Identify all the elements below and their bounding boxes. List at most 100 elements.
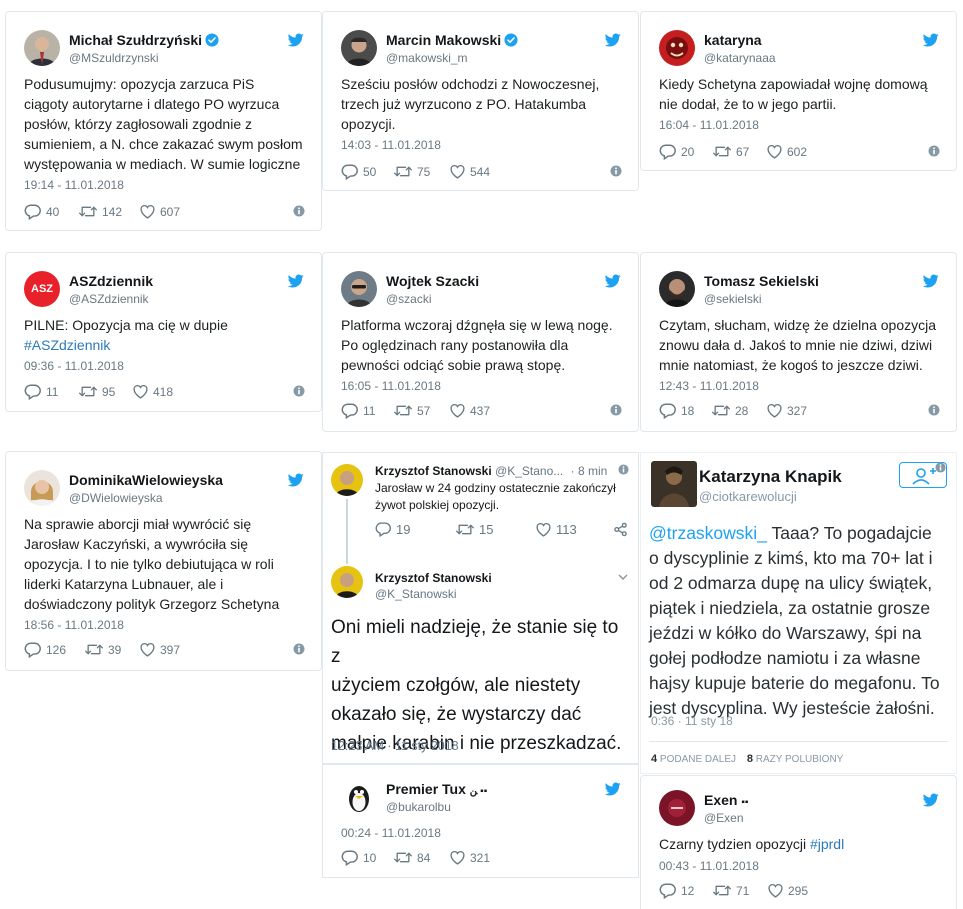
like-button[interactable]: 113 (535, 521, 577, 538)
twitter-bird-icon[interactable] (287, 472, 305, 488)
avatar[interactable] (24, 30, 60, 66)
twitter-bird-icon[interactable] (922, 273, 940, 289)
mention-link[interactable]: @trzaskowski_ (649, 523, 767, 543)
tweet-date[interactable]: 12:23 AM · 11 sty 2018 (331, 738, 459, 755)
retweet-button[interactable]: 28 (711, 402, 748, 419)
tweet-date[interactable]: 19:14 - 11.01.2018 (24, 178, 124, 192)
avatar[interactable] (659, 30, 695, 66)
author-handle[interactable]: @bukarolbu (386, 800, 451, 814)
tweet-date[interactable]: 09:36 - 11.01.2018 (24, 359, 124, 373)
thread-card-stanowski[interactable]: Krzysztof Stanowski @K_Stano... · 8 min … (322, 452, 639, 764)
info-icon[interactable] (293, 643, 305, 655)
share-icon[interactable] (613, 522, 628, 537)
author-handle[interactable]: @ASZdziennik (69, 292, 149, 306)
tweet-date[interactable]: 18:56 - 11.01.2018 (24, 618, 124, 632)
reply-button[interactable]: 19 (375, 521, 410, 538)
avatar[interactable] (341, 30, 377, 66)
tweet-time[interactable]: · 8 min (571, 464, 608, 478)
tweet-date[interactable]: 16:05 - 11.01.2018 (341, 379, 441, 393)
info-icon[interactable] (618, 464, 629, 475)
reply-button[interactable]: 20 (659, 143, 694, 161)
reply-button[interactable]: 11 (24, 383, 58, 401)
like-button[interactable]: 602 (766, 143, 807, 160)
tweet-date[interactable]: 00:43 - 11.01.2018 (659, 859, 759, 873)
retweet-button[interactable]: 142 (78, 203, 122, 220)
avatar[interactable] (651, 461, 697, 507)
like-button[interactable]: 607 (139, 203, 180, 220)
avatar[interactable] (331, 566, 363, 598)
retweet-button[interactable]: 75 (393, 163, 430, 180)
twitter-bird-icon[interactable] (604, 781, 622, 797)
info-icon[interactable] (610, 404, 622, 416)
avatar[interactable] (331, 464, 363, 496)
like-button[interactable]: 437 (449, 402, 490, 419)
author-handle[interactable]: @K_Stano... (495, 464, 563, 478)
author-handle[interactable]: @makowski_m (386, 51, 468, 65)
tweet-card-kataryna[interactable]: kataryna @katarynaaa Kiedy Schetyna zapo… (640, 11, 957, 171)
avatar[interactable] (341, 271, 377, 307)
like-button[interactable]: 397 (139, 641, 180, 658)
like-label[interactable]: RAZY POLUBIONY (756, 754, 844, 765)
avatar[interactable] (659, 790, 695, 826)
twitter-bird-icon[interactable] (287, 32, 305, 48)
reply-button[interactable]: 12 (659, 882, 694, 900)
retweet-button[interactable]: 95 (78, 383, 115, 400)
like-button[interactable]: 295 (767, 882, 808, 899)
info-icon[interactable] (610, 165, 622, 177)
tweet-card-sekielski[interactable]: Tomasz Sekielski @sekielski Czytam, słuc… (640, 252, 957, 432)
info-icon[interactable] (293, 205, 305, 217)
avatar[interactable] (659, 271, 695, 307)
tweet-card-makowski[interactable]: Marcin Makowski @makowski_m Sześciu posł… (322, 11, 639, 191)
hashtag-link[interactable]: #ASZdziennik (24, 335, 307, 355)
retweet-button[interactable]: 15 (455, 521, 493, 538)
tweet-card-szuldrzynski[interactable]: Michał Szułdrzyński @MSzuldrzynski Podus… (5, 11, 322, 231)
retweet-label[interactable]: PODANE DALEJ (660, 754, 736, 765)
info-icon[interactable] (293, 385, 305, 397)
author-handle[interactable]: @K_Stanowski (375, 586, 457, 603)
tweet-date[interactable]: 16:04 - 11.01.2018 (659, 118, 759, 132)
twitter-bird-icon[interactable] (287, 273, 305, 289)
tweet-card-aszdziennik[interactable]: ASZ ASZdziennik @ASZdziennik PILNE: Opoz… (5, 252, 322, 412)
tweet-date[interactable]: 12:43 - 11.01.2018 (659, 379, 759, 393)
retweet-button[interactable]: 39 (84, 641, 121, 658)
tweet-card-szacki[interactable]: Wojtek Szacki @szacki Platforma wczoraj … (322, 252, 639, 432)
like-button[interactable]: 418 (132, 383, 173, 400)
tweet-date[interactable]: 14:03 - 11.01.2018 (341, 138, 441, 152)
reply-button[interactable]: 50 (341, 163, 376, 181)
author-handle[interactable]: @katarynaaa (704, 51, 776, 65)
retweet-button[interactable]: 57 (393, 402, 430, 419)
avatar[interactable] (24, 470, 60, 506)
like-button[interactable]: 321 (449, 849, 490, 866)
author-handle[interactable]: @Exen (704, 811, 744, 825)
tweet-date[interactable]: 00:24 - 11.01.2018 (341, 826, 441, 840)
reply-button[interactable]: 126 (24, 641, 66, 659)
twitter-bird-icon[interactable] (604, 273, 622, 289)
reply-button[interactable]: 40 (24, 203, 59, 221)
tweet-time[interactable]: 0:36 · 11 sty 18 (651, 714, 733, 728)
retweet-button[interactable]: 84 (393, 849, 430, 866)
tweet-card-wielowieyska[interactable]: DominikaWielowieyska @DWielowieyska Na s… (5, 451, 322, 671)
reply-button[interactable]: 10 (341, 849, 376, 867)
tweet-card-premier-tux[interactable]: Premier Tux ﻦ ▪▪ @bukarolbu 00:24 - 11.0… (322, 764, 639, 878)
author-handle[interactable]: @szacki (386, 292, 432, 306)
info-icon[interactable] (928, 404, 940, 416)
tweet-card-exen[interactable]: Exen ▪▪ @Exen Czarny tydzien opozycji #j… (640, 775, 957, 909)
twitter-bird-icon[interactable] (922, 792, 940, 808)
hashtag-link[interactable]: #jprdl (810, 836, 844, 852)
retweet-button[interactable]: 67 (712, 143, 749, 160)
author-handle[interactable]: @ciotkarewolucji (699, 489, 797, 504)
reply-button[interactable]: 11 (341, 402, 375, 420)
reply-button[interactable]: 18 (659, 402, 694, 420)
twitter-bird-icon[interactable] (922, 32, 940, 48)
author-handle[interactable]: @sekielski (704, 292, 762, 306)
tweet-card-knapik[interactable]: Katarzyna Knapik @ciotkarewolucji @trzas… (640, 452, 957, 774)
avatar[interactable]: ASZ (24, 271, 60, 307)
twitter-bird-icon[interactable] (604, 32, 622, 48)
like-button[interactable]: 544 (449, 163, 490, 180)
author-handle[interactable]: @DWielowieyska (69, 491, 163, 505)
chevron-down-icon[interactable] (617, 571, 629, 583)
author-handle[interactable]: @MSzuldrzynski (69, 51, 159, 65)
like-button[interactable]: 327 (766, 402, 807, 419)
avatar[interactable] (341, 779, 377, 815)
retweet-button[interactable]: 71 (712, 882, 749, 899)
